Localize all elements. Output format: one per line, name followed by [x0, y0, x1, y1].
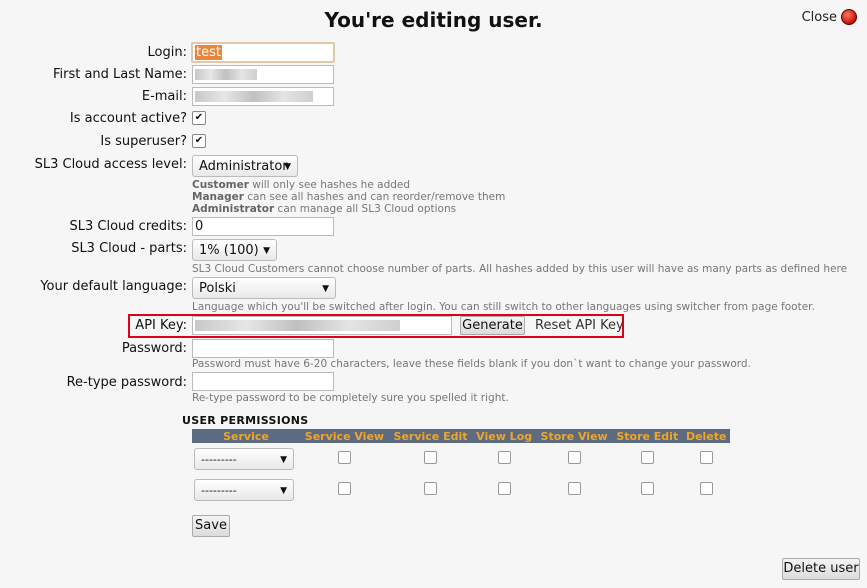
- email-input[interactable]: [192, 87, 334, 106]
- password-hint: Password must have 6-20 characters, leav…: [192, 358, 751, 370]
- column-header: Delete: [682, 429, 730, 443]
- access-hint-customer: Customer will only see hashes he added: [192, 179, 411, 191]
- language-value: Polski: [199, 281, 236, 296]
- permissions-header-row: Service Service View Service Edit View L…: [192, 429, 730, 443]
- page-title: You're editing user.: [324, 8, 543, 32]
- table-row: --------- ▼: [192, 443, 730, 474]
- dropdown-arrow-icon: ▼: [284, 162, 291, 172]
- delete-checkbox[interactable]: [699, 450, 713, 464]
- close-icon[interactable]: [841, 9, 857, 25]
- superuser-checkbox[interactable]: ✔: [192, 134, 206, 148]
- permissions-table: Service Service View Service Edit View L…: [192, 429, 730, 505]
- api-key-input[interactable]: [192, 316, 452, 335]
- api-key-label: API Key:: [135, 318, 187, 333]
- column-header: Service: [192, 429, 300, 443]
- service-select[interactable]: --------- ▼: [194, 478, 294, 501]
- retype-password-hint: Re-type password to be completely sure y…: [192, 392, 509, 404]
- language-hint: Language which you'll be switched after …: [192, 301, 815, 313]
- store-view-checkbox[interactable]: [567, 481, 581, 495]
- login-value: test: [195, 45, 222, 60]
- active-checkbox[interactable]: ✔: [192, 111, 206, 125]
- service-view-checkbox[interactable]: [337, 450, 351, 464]
- generate-button[interactable]: Generate: [460, 316, 525, 335]
- access-level-label: SL3 Cloud access level:: [34, 157, 187, 172]
- column-header: Store Edit: [612, 429, 683, 443]
- parts-select[interactable]: 1% (100) ▼: [192, 239, 277, 261]
- parts-label: SL3 Cloud - parts:: [71, 241, 187, 256]
- retype-password-input[interactable]: [192, 372, 334, 391]
- service-edit-checkbox[interactable]: [424, 450, 437, 464]
- email-redacted: [195, 91, 313, 102]
- reset-api-key-button[interactable]: Reset API Key: [535, 318, 624, 333]
- access-level-value: Administrator: [199, 159, 288, 174]
- login-input[interactable]: test: [191, 42, 335, 63]
- store-edit-checkbox[interactable]: [640, 450, 654, 464]
- close-label[interactable]: Close: [802, 10, 837, 25]
- dropdown-arrow-icon: ▼: [280, 485, 287, 496]
- save-button[interactable]: Save: [192, 515, 230, 537]
- api-key-redacted: [195, 320, 400, 331]
- name-label: First and Last Name:: [52, 67, 187, 82]
- service-view-checkbox[interactable]: [337, 481, 351, 495]
- superuser-label: Is superuser?: [100, 134, 187, 149]
- store-view-checkbox[interactable]: [567, 450, 581, 464]
- dropdown-arrow-icon: ▼: [322, 284, 329, 294]
- parts-value: 1% (100): [199, 243, 259, 258]
- access-hint-manager: Manager can see all hashes and can reord…: [192, 191, 506, 203]
- credits-label: SL3 Cloud credits:: [69, 219, 187, 234]
- view-log-checkbox[interactable]: [497, 481, 511, 495]
- login-label: Login:: [147, 45, 187, 60]
- password-input[interactable]: [192, 339, 334, 358]
- service-select[interactable]: --------- ▼: [194, 447, 294, 470]
- table-row: --------- ▼: [192, 474, 730, 505]
- language-select[interactable]: Polski ▼: [192, 277, 336, 299]
- name-input[interactable]: [192, 65, 334, 84]
- column-header: Service View: [300, 429, 389, 443]
- email-label: E-mail:: [141, 89, 187, 104]
- dropdown-arrow-icon: ▼: [280, 454, 287, 465]
- dropdown-arrow-icon: ▼: [263, 246, 270, 256]
- delete-checkbox[interactable]: [699, 481, 713, 495]
- column-header: View Log: [472, 429, 537, 443]
- parts-hint: SL3 Cloud Customers cannot choose number…: [192, 263, 848, 275]
- store-edit-checkbox[interactable]: [640, 481, 654, 495]
- password-label: Password:: [121, 341, 187, 356]
- name-redacted: [195, 69, 257, 80]
- delete-user-button[interactable]: Delete user: [782, 558, 860, 580]
- permissions-title: USER PERMISSIONS: [182, 414, 309, 427]
- credits-input[interactable]: 0: [192, 217, 334, 236]
- close-link[interactable]: Close: [802, 9, 857, 25]
- active-label: Is account active?: [69, 111, 187, 126]
- access-level-select[interactable]: Administrator ▼: [192, 155, 298, 177]
- service-edit-checkbox[interactable]: [424, 481, 437, 495]
- column-header: Store View: [536, 429, 613, 443]
- view-log-checkbox[interactable]: [497, 450, 511, 464]
- retype-password-label: Re-type password:: [66, 375, 187, 390]
- language-label: Your default language:: [40, 279, 187, 294]
- access-hint-administrator: Administrator can manage all SL3 Cloud o…: [192, 203, 457, 215]
- column-header: Service Edit: [388, 429, 473, 443]
